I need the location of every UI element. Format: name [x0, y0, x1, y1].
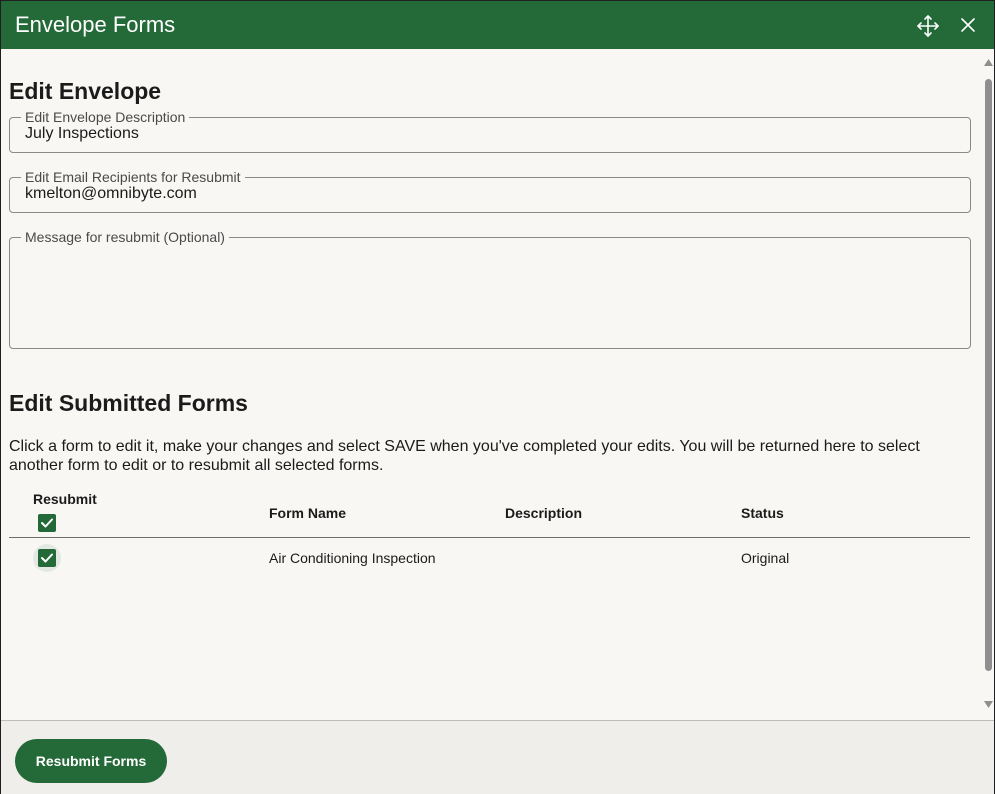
row-form-name[interactable]: Air Conditioning Inspection: [269, 550, 436, 566]
select-all-checkbox[interactable]: [38, 514, 56, 532]
envelope-description-label: Edit Envelope Description: [25, 109, 186, 125]
dialog-footer: Resubmit Forms: [1, 720, 994, 794]
email-recipients-input[interactable]: [25, 185, 945, 203]
column-header-description: Description: [505, 505, 583, 521]
scroll-up-arrow-icon[interactable]: [984, 59, 993, 66]
close-icon[interactable]: [957, 14, 979, 36]
envelope-description-field: Edit Envelope Description: [9, 109, 971, 153]
envelope-forms-dialog: Envelope Forms Edit Envelope Edit Envelo…: [0, 0, 995, 794]
edit-submitted-forms-heading: Edit Submitted Forms: [9, 390, 248, 416]
column-header-status: Status: [741, 505, 784, 521]
instructions-text: Click a form to edit it, make your chang…: [9, 438, 920, 474]
edit-envelope-heading: Edit Envelope: [9, 78, 162, 104]
dialog-content: Edit Envelope Edit Envelope Description …: [1, 49, 983, 719]
row-resubmit-checkbox[interactable]: [38, 549, 56, 567]
resubmit-message-textarea[interactable]: [25, 245, 945, 335]
resubmit-message-field: Message for resubmit (Optional): [9, 229, 971, 349]
email-recipients-field: Edit Email Recipients for Resubmit: [9, 169, 971, 213]
move-arrows-icon[interactable]: [915, 13, 941, 39]
checkmark-icon: [41, 518, 53, 528]
vertical-scrollbar[interactable]: [983, 49, 994, 719]
row-status: Original: [741, 550, 790, 566]
scrollbar-thumb[interactable]: [985, 79, 992, 671]
envelope-description-input[interactable]: [25, 125, 945, 143]
scroll-down-arrow-icon[interactable]: [984, 701, 993, 708]
resubmit-message-label: Message for resubmit (Optional): [25, 229, 225, 245]
dialog-title: Envelope Forms: [15, 12, 176, 37]
dialog-titlebar: Envelope Forms: [1, 1, 994, 49]
resubmit-forms-button[interactable]: Resubmit Forms: [15, 739, 167, 783]
checkmark-icon: [41, 553, 53, 563]
column-header-resubmit: Resubmit: [33, 491, 97, 507]
email-recipients-label: Edit Email Recipients for Resubmit: [25, 169, 241, 185]
column-header-form-name: Form Name: [269, 505, 347, 521]
table-header-divider: [9, 537, 970, 538]
